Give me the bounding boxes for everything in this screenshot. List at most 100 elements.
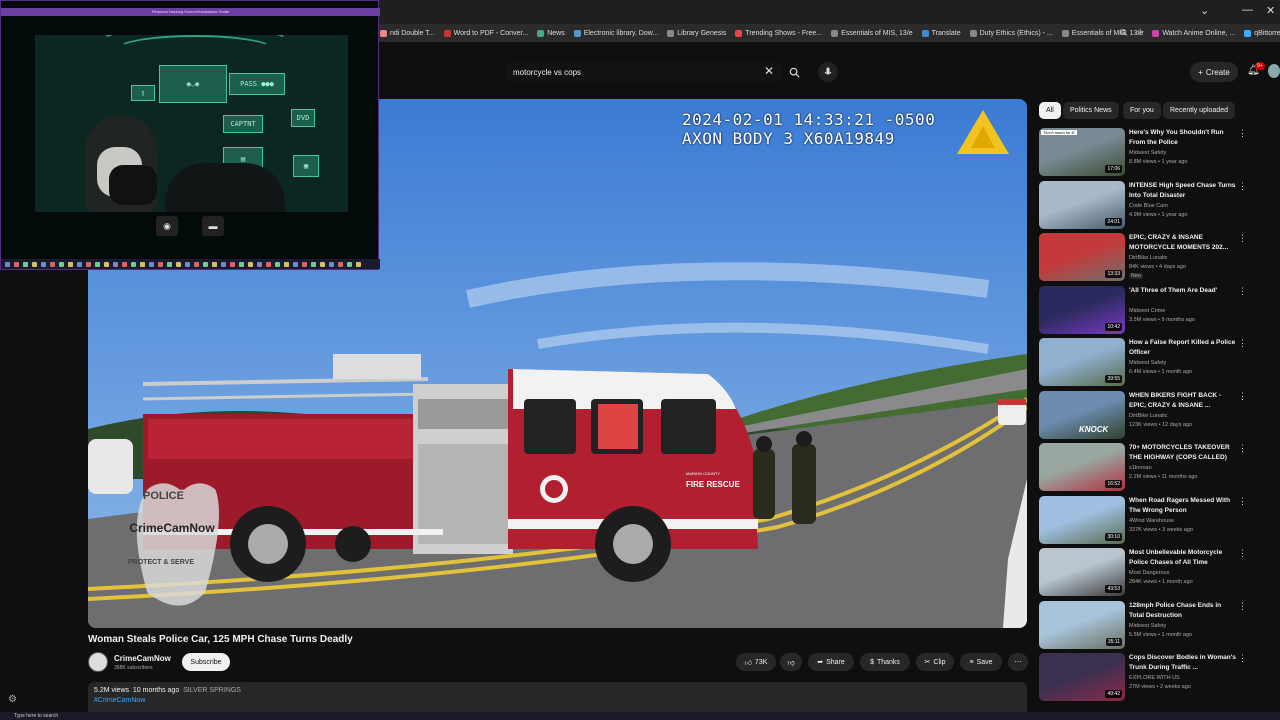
overlay-taskbar-icon[interactable]	[140, 261, 145, 267]
related-thumbnail[interactable]: 49:42	[1039, 653, 1125, 701]
overlay-taskbar-icon[interactable]	[212, 261, 217, 267]
overlay-taskbar-icon[interactable]	[293, 261, 298, 267]
bookmark-item[interactable]: Trending Shows - Free...	[735, 29, 822, 37]
more-vertical-icon[interactable]: ⋮	[1238, 233, 1247, 244]
overlay-taskbar-icon[interactable]	[32, 261, 37, 267]
related-thumbnail[interactable]: 35:11	[1039, 600, 1125, 649]
more-vertical-icon[interactable]: ⋮	[1238, 338, 1247, 349]
overlay-taskbar-icon[interactable]	[77, 261, 82, 267]
bookmark-item[interactable]: Word to PDF - Conver...	[443, 29, 528, 37]
overlay-taskbar-icon[interactable]	[194, 261, 199, 267]
bookmark-item[interactable]: Watch Anime Online, ...	[1152, 29, 1235, 37]
related-title[interactable]: Here's Why You Shouldn't Run From the Po…	[1129, 128, 1237, 148]
microphone-icon[interactable]	[818, 62, 838, 82]
overlay-taskbar-icon[interactable]	[320, 261, 325, 267]
more-vertical-icon[interactable]: ⋮	[1238, 181, 1247, 192]
overlay-taskbar-icon[interactable]	[338, 261, 343, 267]
dislike-button[interactable]: 👎︎	[780, 653, 802, 671]
overlay-taskbar-icon[interactable]	[284, 261, 289, 267]
bookmark-item[interactable]: qBittorrent Official We...	[1244, 29, 1280, 37]
more-vertical-icon[interactable]: ⋮	[1238, 128, 1247, 139]
chip-recently-uploaded[interactable]: Recently uploaded	[1163, 102, 1235, 119]
overlay-taskbar-icon[interactable]	[167, 261, 172, 267]
overlay-taskbar-icon[interactable]	[239, 261, 244, 267]
search-input[interactable]: motorcycle vs cops	[506, 62, 782, 82]
bookmark-item[interactable]: Essentials of MIS, 13/e	[831, 29, 913, 37]
bookmark-item[interactable]: Electronic library. Dow...	[573, 29, 658, 37]
related-title[interactable]: EPIC, CRAZY & INSANE MOTORCYCLE MOMENTS …	[1129, 233, 1237, 253]
related-channel[interactable]: 4Wind Warehouse	[1129, 518, 1174, 524]
overlay-taskbar-icon[interactable]	[185, 261, 190, 267]
create-button[interactable]: + Create	[1190, 62, 1238, 82]
more-vertical-icon[interactable]: ⋮	[1238, 653, 1247, 664]
chip-for-you[interactable]: For you	[1123, 102, 1161, 119]
overlay-taskbar-icon[interactable]	[347, 261, 352, 267]
related-video-item[interactable]: 24:01 INTENSE High Speed Chase Turns Into…	[1039, 180, 1280, 231]
taskbar-search[interactable]: Type here to search	[14, 713, 58, 719]
bookmark-item[interactable]: Duty Ethics (Ethics) - ...	[969, 29, 1053, 37]
related-channel[interactable]: s1kronan	[1129, 465, 1152, 471]
related-title[interactable]: INTENSE High Speed Chase Turns Into Tota…	[1129, 181, 1237, 201]
account-avatar[interactable]	[1268, 64, 1280, 78]
bookmark-item[interactable]: Library Genesis	[667, 29, 726, 37]
related-title[interactable]: 'All Three of Them Are Dead'	[1129, 286, 1237, 296]
star-icon[interactable]: ☆	[1136, 27, 1144, 38]
related-title[interactable]: 70+ MOTORCYCLES TAKEOVER THE HIGHWAY (CO…	[1129, 443, 1237, 463]
related-video-item[interactable]: KNOCK WHEN BIKERS FIGHT BACK - EPIC, CRAZ…	[1039, 390, 1280, 441]
related-video-item[interactable]: 39:55 How a False Report Killed a Police …	[1039, 338, 1280, 388]
related-video-item[interactable]: 49:42 Cops Discover Bodies in Woman's Tru…	[1039, 653, 1280, 703]
bookmark-item[interactable]: News	[537, 29, 565, 37]
related-video-item[interactable]: 10:42 'All Three of Them Are Dead' Midwest…	[1039, 285, 1280, 336]
related-video-item[interactable]: 35:11 128mph Police Chase Ends in Total D…	[1039, 600, 1280, 651]
overlay-taskbar-icon[interactable]	[302, 261, 307, 267]
related-thumbnail[interactable]: "Don't reach for it" 17:06	[1039, 128, 1125, 176]
overlay-taskbar-icon[interactable]	[59, 261, 64, 267]
related-channel[interactable]: Code Blue Cam	[1129, 203, 1168, 209]
related-thumbnail[interactable]: 13:33	[1039, 233, 1125, 281]
gear-icon[interactable]: ⚙	[8, 694, 17, 705]
share-button[interactable]: ➦ Share	[808, 653, 854, 671]
more-actions-button[interactable]: ⋯	[1008, 653, 1028, 671]
related-title[interactable]: Cops Discover Bodies in Woman's Trunk Du…	[1129, 653, 1237, 673]
overlay-taskbar-icon[interactable]	[14, 261, 19, 267]
more-vertical-icon[interactable]: ⋮	[1238, 391, 1247, 402]
related-channel[interactable]: Most Dangerous	[1129, 570, 1169, 576]
related-thumbnail[interactable]: 39:55	[1039, 338, 1125, 386]
related-title[interactable]: How a False Report Killed a Police Offic…	[1129, 338, 1237, 358]
related-video-item[interactable]: 13:33 EPIC, CRAZY & INSANE MOTORCYCLE MOM…	[1039, 233, 1280, 283]
overlay-taskbar-icon[interactable]	[131, 261, 136, 267]
related-thumbnail[interactable]: 10:42	[1039, 285, 1125, 334]
more-vertical-icon[interactable]: ⋮	[1238, 443, 1247, 454]
bookmark-item[interactable]: ndi Double T...	[380, 29, 435, 37]
related-thumbnail[interactable]: 16:52	[1039, 443, 1125, 491]
overlay-taskbar-icon[interactable]	[41, 261, 46, 267]
thanks-button[interactable]: $ Thanks	[860, 653, 910, 671]
overlay-taskbar-icon[interactable]	[86, 261, 91, 267]
related-channel[interactable]: EXPLORE WITH US	[1129, 675, 1180, 681]
clear-search-icon[interactable]: ✕	[764, 64, 774, 78]
more-vertical-icon[interactable]: ⋮	[1238, 286, 1247, 297]
overlay-taskbar-icon[interactable]	[5, 261, 10, 267]
clip-button[interactable]: ✂ Clip	[916, 653, 954, 671]
related-channel[interactable]: Midwest Safety	[1129, 150, 1166, 156]
related-channel[interactable]: DirtBike Lunatic	[1129, 255, 1168, 261]
close-window-icon[interactable]: ✕	[1266, 4, 1275, 17]
overlay-taskbar-icon[interactable]	[257, 261, 262, 267]
chip-all[interactable]: All	[1039, 102, 1061, 119]
related-title[interactable]: Most Unbelievable Motorcycle Police Chas…	[1129, 548, 1237, 568]
overlay-taskbar-icon[interactable]	[95, 261, 100, 267]
extensions-icon[interactable]: ⧉	[1120, 27, 1126, 38]
related-title[interactable]: When Road Ragers Messed With The Wrong P…	[1129, 496, 1237, 516]
chip-politics-news[interactable]: Politics News	[1063, 102, 1119, 119]
overlay-taskbar-icon[interactable]	[23, 261, 28, 267]
overlay-taskbar-icon[interactable]	[230, 261, 235, 267]
related-channel[interactable]: Midwest Safety	[1129, 623, 1166, 629]
related-video-item[interactable]: "Don't reach for it" 17:06 Here's Why You …	[1039, 128, 1280, 178]
channel-avatar[interactable]	[88, 652, 108, 672]
subscribe-button[interactable]: Subscribe	[182, 653, 230, 671]
related-channel[interactable]: Midwest Safety	[1129, 360, 1166, 366]
overlay-taskbar-icon[interactable]	[149, 261, 154, 267]
overlay-taskbar-icon[interactable]	[68, 261, 73, 267]
camera-toggle-icon[interactable]: ◉	[156, 216, 178, 236]
related-video-item[interactable]: 16:52 70+ MOTORCYCLES TAKEOVER THE HIGHWA…	[1039, 443, 1280, 493]
